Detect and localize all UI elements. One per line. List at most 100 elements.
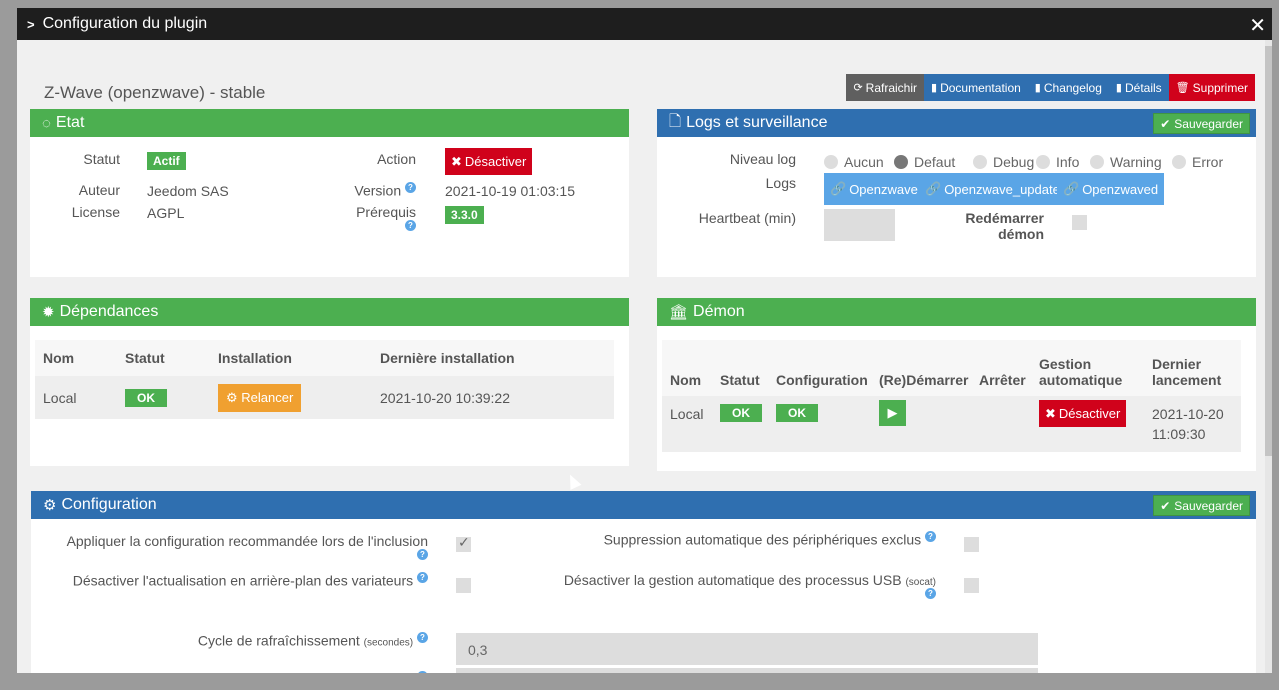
- radio-defaut[interactable]: Defaut: [894, 154, 955, 170]
- cycle-text: Cycle de rafraîchissement: [197, 632, 360, 649]
- demon-statut-badge: OK: [720, 404, 762, 422]
- play-icon[interactable]: ▶: [879, 400, 906, 426]
- cycle-input[interactable]: 0,3: [456, 633, 1038, 665]
- log-openzwaved-button[interactable]: 🔗 Openzwaved: [1057, 173, 1165, 205]
- file-icon: 🗋: [669, 112, 682, 130]
- refresh-button[interactable]: ⟳ Rafraichir: [846, 74, 925, 101]
- logs-panel: 🗋 Logs et surveillance ✔ Sauvegarder Nivea…: [657, 109, 1256, 277]
- prerequis-label-text: Prérequis: [356, 204, 416, 220]
- changelog-label: Changelog: [1043, 80, 1102, 95]
- heartbeat-input[interactable]: [824, 209, 895, 241]
- version-label-text: Version: [354, 182, 402, 199]
- demon-config-badge: OK: [776, 404, 818, 422]
- col-nom: Nom: [43, 350, 75, 366]
- x-icon: ✖: [1045, 405, 1056, 421]
- radio-aucun[interactable]: Aucun: [824, 154, 884, 170]
- demon-statut-cell: OK: [720, 396, 776, 452]
- dep-installation-cell: ⚙ Relancer: [218, 376, 380, 419]
- radio-dot[interactable]: [1172, 155, 1186, 169]
- log-openzwave-button[interactable]: 🔗 Openzwave: [824, 173, 924, 205]
- relancer-label: Relancer: [241, 389, 294, 405]
- demon-gestion-cell: ✖ Désactiver: [1039, 396, 1152, 452]
- radio-dot[interactable]: [824, 155, 838, 169]
- radio-defaut-label: Defaut: [914, 154, 956, 170]
- help-icon[interactable]: ?: [417, 632, 428, 643]
- help-icon[interactable]: ?: [405, 220, 416, 231]
- demon-start-cell: ▶: [879, 396, 979, 452]
- col-arreter: Arrêter: [979, 372, 1026, 388]
- opt4-sub: (socat): [905, 577, 936, 588]
- configuration-panel: ⚙ Configuration ✔ Sauvegarder Appliquer la…: [31, 491, 1256, 673]
- opt2-text: Désactiver l'actualisation en arrière-pl…: [72, 572, 414, 589]
- niveau-log-label: Niveau log: [729, 151, 796, 167]
- opt4-checkbox[interactable]: [964, 578, 979, 593]
- table-header-row: Nom Statut Installation Dernière install…: [35, 340, 614, 376]
- opt3-checkbox[interactable]: [964, 537, 979, 552]
- opt2-label: Désactiver l'actualisation en arrière-pl…: [41, 572, 428, 589]
- action-label: Action: [377, 151, 416, 167]
- etat-title: Etat: [55, 114, 85, 131]
- opt4-label: Désactiver la gestion automatique des pr…: [501, 572, 936, 605]
- col-installation: Installation: [218, 350, 292, 366]
- modal-content: Z-Wave (openzwave) - stable ⟳ Rafraichir …: [17, 40, 1272, 673]
- dep-statut-badge: OK: [125, 388, 167, 407]
- opt1-label: Appliquer la configuration recommandée l…: [41, 533, 428, 566]
- cycle-sub: (secondes): [363, 637, 414, 649]
- table-row: Local OK ⚙ Relancer 2021-10-20 10:39:22: [35, 376, 614, 419]
- documentation-button[interactable]: ▮ Documentation: [924, 74, 1028, 101]
- radio-warning-label: Warning: [1110, 154, 1162, 170]
- logs-save-button[interactable]: ✔ Sauvegarder: [1153, 113, 1250, 134]
- table-header-row: Nom Statut Configuration (Re)Démarrer Ar…: [662, 340, 1241, 396]
- opt2-checkbox[interactable]: [456, 578, 471, 593]
- radio-aucun-label: Aucun: [844, 154, 884, 170]
- dependances-table: Nom Statut Installation Dernière install…: [35, 340, 614, 419]
- radio-dot[interactable]: [1036, 155, 1050, 169]
- changelog-button[interactable]: ▮ Changelog: [1027, 74, 1109, 101]
- config-save-button[interactable]: ✔ Sauvegarder: [1153, 495, 1250, 516]
- paperclip-icon: 🔗: [1063, 181, 1080, 196]
- next-config-input[interactable]: [456, 668, 1038, 673]
- statut-label: Statut: [83, 151, 120, 167]
- license-label: License: [71, 204, 120, 220]
- radio-dot-selected[interactable]: [894, 155, 908, 169]
- details-button[interactable]: ▮ Détails: [1108, 74, 1169, 101]
- col-gestion-automatique: Gestion automatique: [1039, 356, 1123, 388]
- help-icon[interactable]: ?: [417, 572, 428, 583]
- help-icon[interactable]: ?: [925, 588, 936, 599]
- x-icon: ✖: [451, 153, 462, 169]
- radio-warning[interactable]: Warning: [1090, 154, 1162, 170]
- log-openzwave-update-button[interactable]: 🔗 Openzwave_update: [919, 173, 1066, 205]
- col-dernier-lancement: Dernier lancement: [1152, 356, 1222, 388]
- opt1-text: Appliquer la configuration recommandée l…: [66, 533, 428, 549]
- etat-deactivate-button[interactable]: ✖ Désactiver: [445, 148, 533, 175]
- prerequis-badge: 3.3.0: [445, 206, 484, 224]
- col-statut: Statut: [125, 350, 165, 366]
- delete-button[interactable]: 🗑 Supprimer: [1168, 74, 1255, 101]
- radio-info[interactable]: Info: [1036, 154, 1079, 170]
- col-configuration: Configuration: [776, 372, 868, 388]
- radio-info-label: Info: [1056, 154, 1080, 170]
- demon-nom: Local: [670, 406, 704, 422]
- close-icon[interactable]: ✕: [1249, 13, 1266, 38]
- radio-debug[interactable]: Debug: [973, 154, 1034, 170]
- demon-dernier: 2021-10-20 11:09:30: [1152, 406, 1224, 442]
- help-icon[interactable]: ?: [417, 671, 428, 673]
- redemarrer-checkbox[interactable]: [1072, 215, 1087, 230]
- demon-deactivate-button[interactable]: ✖ Désactiver: [1039, 400, 1127, 427]
- demon-panel: 🏛 Démon Nom Statut Configuration (Re)Déma…: [657, 298, 1256, 471]
- radio-dot[interactable]: [973, 155, 987, 169]
- dep-statut-cell: OK: [125, 376, 218, 419]
- radio-error-label: Error: [1192, 154, 1224, 170]
- opt1-checkbox[interactable]: [456, 534, 471, 552]
- relancer-button[interactable]: ⚙ Relancer: [218, 383, 302, 412]
- log-openzwave-label: Openzwave: [849, 181, 918, 197]
- plugin-config-modal: > Configuration du plugin ✕ Z-Wave (open…: [17, 8, 1272, 673]
- radio-dot[interactable]: [1090, 155, 1104, 169]
- help-icon[interactable]: ?: [925, 531, 936, 542]
- help-icon[interactable]: ?: [417, 549, 428, 560]
- documentation-label: Documentation: [940, 80, 1021, 95]
- config-save-label: Sauvegarder: [1174, 498, 1243, 513]
- help-icon[interactable]: ?: [405, 182, 416, 193]
- delete-label: Supprimer: [1192, 80, 1248, 95]
- radio-error[interactable]: Error: [1172, 154, 1223, 170]
